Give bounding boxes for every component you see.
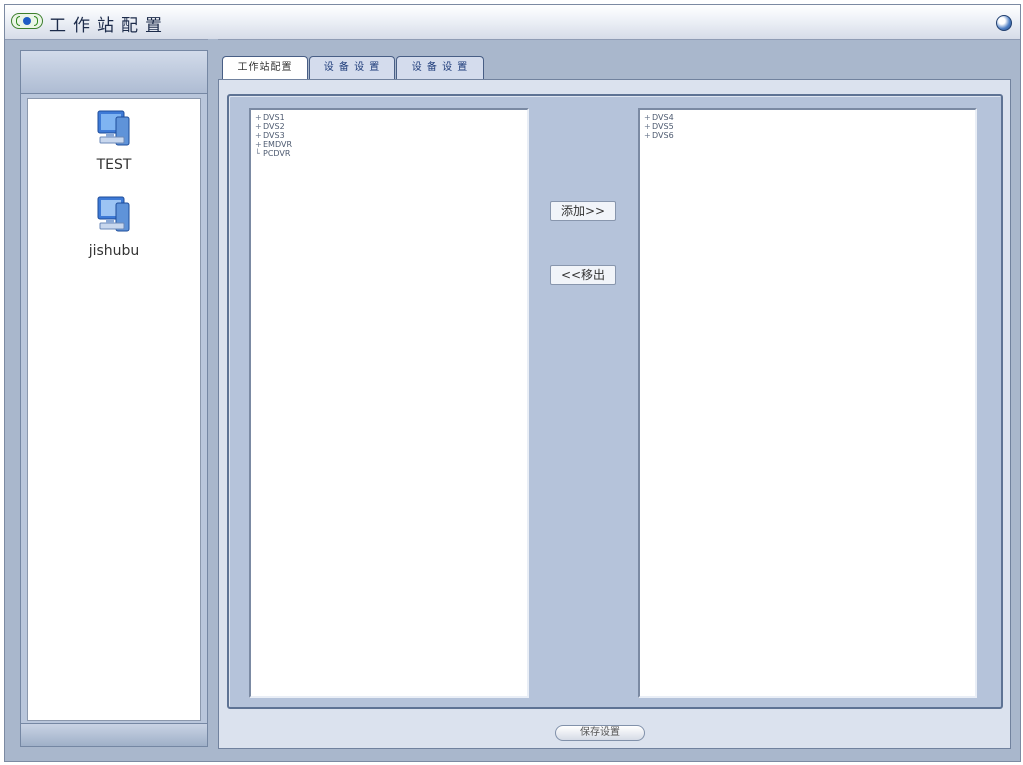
tree-node[interactable]: +DVS2 (255, 122, 523, 131)
app-window: 工作站配置 TEST jishubu 工作站配置 设 备 设 置 设 备 设 置… (4, 4, 1021, 762)
station-list: TEST jishubu (27, 98, 201, 721)
sidebar-footer (21, 723, 207, 746)
tab-device-settings-1[interactable]: 设 备 设 置 (309, 56, 395, 80)
tree-node[interactable]: +DVS1 (255, 113, 523, 122)
splitter[interactable] (208, 39, 218, 754)
station-name: TEST (96, 157, 132, 173)
expand-icon[interactable]: + (644, 113, 652, 122)
tab-workstation-config[interactable]: 工作站配置 (222, 56, 308, 80)
tree-node[interactable]: +DVS4 (644, 113, 971, 122)
station-sidebar: TEST jishubu (20, 50, 208, 747)
app-logo-icon (11, 13, 43, 29)
available-device-tree[interactable]: +DVS1 +DVS2 +DVS3 +EMDVR └ PCDVR (249, 108, 529, 698)
remove-button[interactable]: <<移出 (550, 265, 616, 285)
expand-icon[interactable]: + (255, 113, 263, 122)
station-item[interactable]: TEST (28, 107, 200, 173)
tree-node[interactable]: +DVS3 (255, 131, 523, 140)
station-item[interactable]: jishubu (28, 193, 200, 259)
tree-node[interactable]: +DVS5 (644, 122, 971, 131)
computer-icon (97, 196, 130, 232)
tree-node[interactable]: └ PCDVR (255, 149, 523, 158)
add-button[interactable]: 添加>> (550, 201, 616, 221)
tree-line-icon: └ (255, 149, 260, 158)
tree-node[interactable]: +EMDVR (255, 140, 523, 149)
close-icon[interactable] (996, 15, 1012, 31)
title-bar: 工作站配置 (5, 5, 1020, 40)
expand-icon[interactable]: + (644, 131, 652, 140)
expand-icon[interactable]: + (644, 122, 652, 131)
tree-node[interactable]: +DVS6 (644, 131, 971, 140)
main-area: 工作站配置 设 备 设 置 设 备 设 置 +DVS1 +DVS2 +DVS3 … (218, 49, 1011, 749)
station-name: jishubu (88, 243, 140, 259)
computer-icon (97, 110, 130, 146)
assigned-device-tree[interactable]: +DVS4 +DVS5 +DVS6 (638, 108, 977, 698)
tab-bar: 工作站配置 设 备 设 置 设 备 设 置 (218, 53, 518, 80)
expand-icon[interactable]: + (255, 140, 263, 149)
sidebar-header (21, 51, 207, 94)
config-panel: +DVS1 +DVS2 +DVS3 +EMDVR └ PCDVR 添加>> <<移… (218, 79, 1011, 749)
config-panel-inner: +DVS1 +DVS2 +DVS3 +EMDVR └ PCDVR 添加>> <<移… (227, 94, 1003, 709)
save-settings-button[interactable]: 保存设置 (555, 725, 645, 741)
expand-icon[interactable]: + (255, 131, 263, 140)
window-title: 工作站配置 (49, 16, 169, 36)
expand-icon[interactable]: + (255, 122, 263, 131)
tab-device-settings-2[interactable]: 设 备 设 置 (396, 56, 484, 80)
